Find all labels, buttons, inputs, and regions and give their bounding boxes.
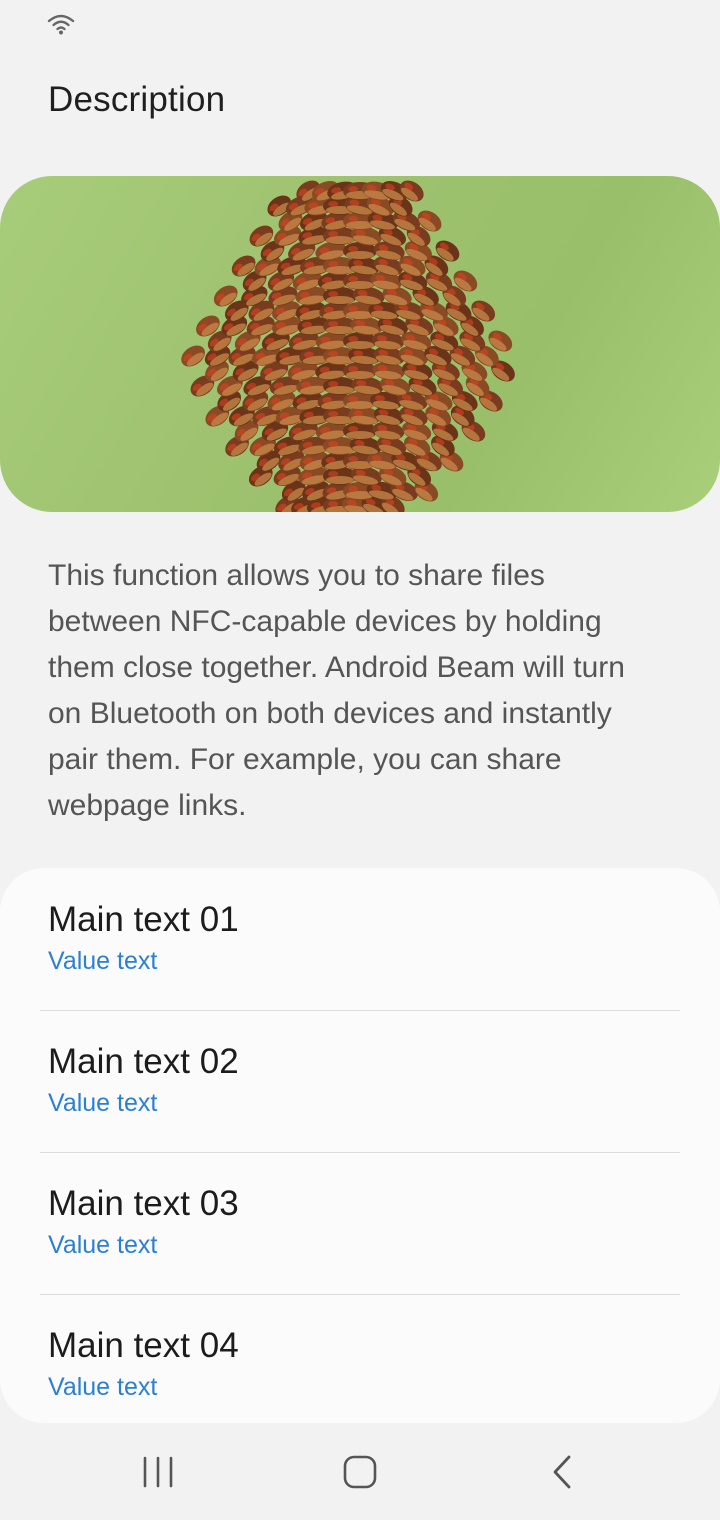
list-item-value-text: Value text — [48, 1089, 158, 1117]
home-icon[interactable] — [330, 1448, 390, 1496]
recents-icon[interactable] — [128, 1448, 188, 1496]
list-item[interactable]: Main text 03 Value text — [0, 1152, 720, 1294]
list-item[interactable]: Main text 01 Value text — [0, 868, 720, 1010]
pine-cone-illustration — [181, 180, 515, 512]
hero-image — [0, 176, 720, 512]
list-item-main-text: Main text 04 — [48, 1326, 239, 1365]
list-item-value-text: Value text — [48, 947, 158, 975]
list-item-main-text: Main text 03 — [48, 1184, 239, 1223]
status-bar — [0, 0, 720, 48]
list-item-value-text: Value text — [48, 1231, 158, 1259]
wifi-icon — [47, 14, 75, 35]
list-item[interactable]: Main text 04 Value text — [0, 1294, 720, 1423]
navigation-bar — [0, 1424, 720, 1520]
list-item-main-text: Main text 02 — [48, 1042, 239, 1081]
list-item-main-text: Main text 01 — [48, 900, 239, 939]
screen: Description This function allows you to … — [0, 0, 720, 1520]
list-item[interactable]: Main text 02 Value text — [0, 1010, 720, 1152]
page-title: Description — [48, 80, 226, 119]
list-card: Main text 01 Value text Main text 02 Val… — [0, 868, 720, 1423]
back-icon[interactable] — [532, 1448, 592, 1496]
description-text: This function allows you to share files … — [48, 559, 625, 822]
list-item-value-text: Value text — [48, 1373, 158, 1401]
